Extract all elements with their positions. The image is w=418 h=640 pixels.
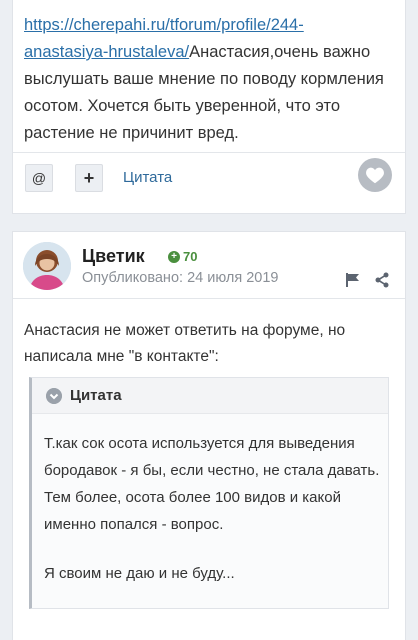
reputation-badge: + 70 bbox=[168, 249, 197, 264]
avatar[interactable] bbox=[23, 242, 71, 290]
author-name[interactable]: Цветик bbox=[82, 246, 145, 267]
avatar-image bbox=[23, 242, 71, 290]
divider bbox=[13, 298, 405, 299]
post-date: Опубликовано: 24 июля 2019 bbox=[82, 270, 279, 286]
like-button[interactable] bbox=[358, 158, 392, 192]
divider bbox=[13, 152, 405, 153]
quote-paragraph: Я своим не даю и не буду... bbox=[44, 565, 235, 582]
share-icon[interactable] bbox=[374, 272, 390, 288]
published-label: Опубликовано: bbox=[82, 270, 184, 286]
heart-icon bbox=[366, 167, 384, 184]
post-controls: @ + Цитата bbox=[13, 158, 407, 202]
quote-button[interactable]: Цитата bbox=[123, 169, 172, 186]
quote-header[interactable]: Цитата bbox=[32, 378, 388, 414]
chevron-down-icon[interactable] bbox=[46, 388, 62, 404]
post-text: Анастасия не может ответить на форуме, н… bbox=[24, 322, 346, 365]
mention-button[interactable]: @ bbox=[25, 164, 53, 192]
post-author-header: Цветик + 70 Опубликовано: 24 июля 2019 bbox=[13, 232, 405, 298]
post-current: Цветик + 70 Опубликовано: 24 июля 2019 А… bbox=[12, 231, 406, 640]
quote-block: Цитата Т.как сок осота используется для … bbox=[29, 377, 389, 609]
post-content: https://cherepahi.ru/tforum/profile/244-… bbox=[24, 12, 384, 147]
plus-circle-icon: + bbox=[168, 250, 180, 263]
multiquote-button[interactable]: + bbox=[75, 164, 103, 192]
quote-paragraph: Т.как сок осота используется для выведен… bbox=[44, 435, 380, 533]
reputation-value: 70 bbox=[183, 249, 198, 264]
post-previous: https://cherepahi.ru/tforum/profile/244-… bbox=[12, 0, 406, 214]
published-date[interactable]: 24 июля 2019 bbox=[187, 270, 278, 286]
quote-title: Цитата bbox=[70, 387, 122, 404]
flag-icon[interactable] bbox=[345, 272, 361, 288]
